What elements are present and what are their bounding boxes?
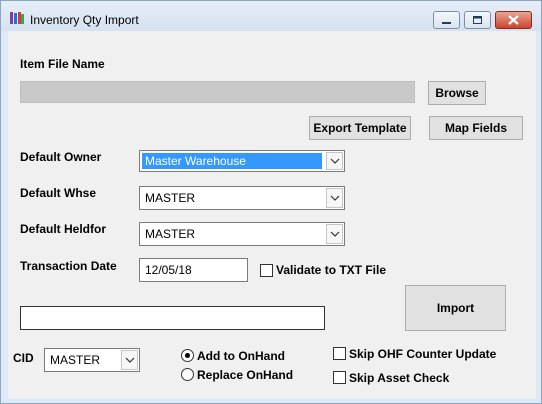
replace-onhand-label: Replace OnHand: [197, 368, 294, 382]
cid-label: CID: [13, 351, 34, 365]
export-template-button[interactable]: Export Template: [309, 116, 411, 140]
client-area: Item File Name Browse Export Template Ma…: [8, 31, 536, 399]
close-button[interactable]: [495, 11, 532, 29]
skip-asset-checkbox[interactable]: [333, 371, 346, 384]
default-whse-select[interactable]: MASTER: [139, 186, 345, 210]
cid-dropdown[interactable]: [121, 350, 138, 370]
item-file-input[interactable]: [20, 81, 415, 103]
minimize-button[interactable]: [433, 11, 460, 29]
add-to-onhand-radio[interactable]: [181, 349, 194, 362]
cid-select[interactable]: MASTER: [44, 348, 140, 372]
chevron-down-icon: [330, 231, 339, 237]
default-whse-label: Default Whse: [20, 186, 97, 200]
validate-txt-label: Validate to TXT File: [276, 263, 387, 277]
skip-ohf-checkbox[interactable]: [333, 347, 346, 360]
chevron-down-icon: [330, 158, 339, 164]
default-owner-select[interactable]: Master Warehouse: [139, 150, 345, 172]
minimize-icon: [442, 22, 451, 24]
validate-txt-checkbox[interactable]: [260, 264, 273, 277]
app-icon: [10, 12, 24, 24]
transaction-date-value: 12/05/18: [145, 263, 192, 277]
default-owner-dropdown[interactable]: [326, 152, 343, 170]
default-heldfor-dropdown[interactable]: [326, 224, 343, 244]
transaction-date-label: Transaction Date: [20, 259, 117, 273]
default-heldfor-select[interactable]: MASTER: [139, 222, 345, 246]
maximize-button[interactable]: [464, 11, 491, 29]
window-title: Inventory Qty Import: [30, 13, 139, 27]
map-fields-button[interactable]: Map Fields: [429, 116, 523, 140]
add-to-onhand-label: Add to OnHand: [197, 349, 285, 363]
default-owner-value: Master Warehouse: [142, 153, 322, 169]
default-whse-value: MASTER: [145, 191, 196, 205]
transaction-date-input[interactable]: 12/05/18: [139, 258, 248, 282]
status-field[interactable]: [20, 306, 325, 330]
maximize-icon: [473, 16, 482, 24]
default-whse-dropdown[interactable]: [326, 188, 343, 208]
default-owner-label: Default Owner: [20, 150, 102, 164]
replace-onhand-radio[interactable]: [181, 368, 194, 381]
skip-ohf-label: Skip OHF Counter Update: [349, 347, 497, 361]
title-bar[interactable]: Inventory Qty Import: [1, 1, 541, 31]
default-heldfor-label: Default Heldfor: [20, 222, 107, 236]
cid-value: MASTER: [50, 353, 101, 367]
chevron-down-icon: [330, 195, 339, 201]
import-window: Inventory Qty Import Item File Name Brow…: [0, 0, 542, 404]
browse-button[interactable]: Browse: [428, 81, 486, 105]
import-button[interactable]: Import: [405, 285, 506, 331]
skip-asset-label: Skip Asset Check: [349, 371, 450, 385]
default-heldfor-value: MASTER: [145, 227, 196, 241]
close-icon: [508, 15, 519, 25]
chevron-down-icon: [125, 357, 134, 363]
item-file-label: Item File Name: [20, 57, 105, 71]
